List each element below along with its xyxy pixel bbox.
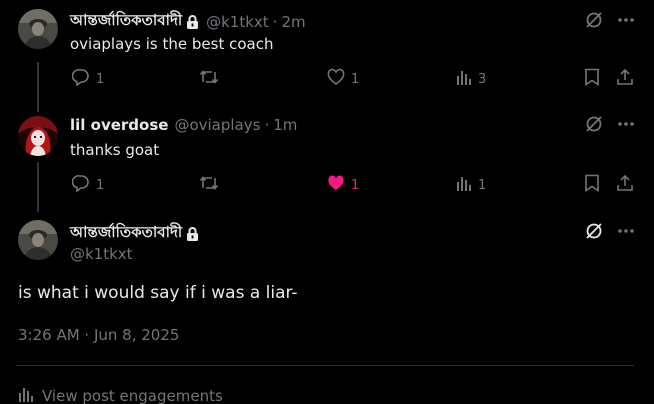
more-icon[interactable] xyxy=(614,219,638,243)
more-icon[interactable] xyxy=(614,112,638,136)
like-button[interactable]: 1 xyxy=(327,174,359,196)
grok-icon[interactable] xyxy=(582,112,606,136)
lock-icon xyxy=(185,226,200,242)
tweet-header: lil overdose @oviaplays · 1m xyxy=(70,116,297,134)
handle[interactable]: @oviaplays xyxy=(174,116,260,134)
bookmark-button[interactable] xyxy=(584,174,600,196)
main-tweet-text: is what i would say if i was a liar- xyxy=(18,283,298,303)
like-button[interactable]: 1 xyxy=(327,68,359,90)
display-name[interactable]: আন্তর্জাতিকতাবাদী xyxy=(70,221,182,246)
divider xyxy=(16,365,634,366)
like-icon xyxy=(327,174,345,196)
like-count: 1 xyxy=(351,71,360,87)
views-icon xyxy=(456,68,472,90)
handle[interactable]: @k1tkxt xyxy=(206,13,269,31)
reply-button[interactable]: 1 xyxy=(71,68,105,90)
like-count: 1 xyxy=(351,177,360,193)
display-name[interactable]: lil overdose xyxy=(70,116,168,134)
tweet-text: thanks goat xyxy=(70,141,160,159)
avatar[interactable] xyxy=(18,220,58,260)
share-button[interactable] xyxy=(616,68,634,90)
display-name[interactable]: আন্তর্জাতিকতাবাদী xyxy=(70,9,182,34)
view-engagements-label: View post engagements xyxy=(42,387,223,404)
avatar[interactable] xyxy=(18,116,58,156)
bookmark-icon xyxy=(584,174,600,196)
main-tweet-handle-row: @k1tkxt xyxy=(70,245,133,263)
reply-icon xyxy=(71,174,90,196)
views-button[interactable]: 3 xyxy=(456,68,486,90)
views-button[interactable]: 1 xyxy=(456,174,486,196)
avatar[interactable] xyxy=(18,9,58,49)
views-icon xyxy=(456,174,472,196)
reply-icon xyxy=(71,68,90,90)
retweet-button[interactable] xyxy=(199,68,219,90)
tweet-header: আন্তর্জাতিকতাবাদী @k1tkxt · 2m xyxy=(70,9,306,34)
timestamp[interactable]: 1m xyxy=(273,116,297,134)
conversation-thread: আন্তর্জাতিকতাবাদী @k1tkxt · 2m oviaplays… xyxy=(0,0,654,404)
thread-line xyxy=(37,162,39,212)
share-icon xyxy=(616,68,634,90)
retweet-button[interactable] xyxy=(199,174,219,196)
bookmark-button[interactable] xyxy=(584,68,600,90)
views-count: 3 xyxy=(478,71,487,87)
grok-icon[interactable] xyxy=(582,8,606,32)
reply-button[interactable]: 1 xyxy=(71,174,105,196)
timestamp[interactable]: 2m xyxy=(281,13,305,31)
share-icon xyxy=(616,174,634,196)
grok-icon[interactable] xyxy=(582,219,606,243)
retweet-icon xyxy=(199,68,219,90)
separator: · xyxy=(272,12,278,31)
views-count: 1 xyxy=(478,177,487,193)
like-icon xyxy=(327,68,345,90)
retweet-icon xyxy=(199,174,219,196)
views-icon xyxy=(18,385,34,404)
share-button[interactable] xyxy=(616,174,634,196)
reply-count: 1 xyxy=(96,177,105,193)
more-icon[interactable] xyxy=(614,8,638,32)
bookmark-icon xyxy=(584,68,600,90)
main-tweet-name-row: আন্তর্জাতিকতাবাদী xyxy=(70,221,200,246)
main-tweet-timestamp[interactable]: 3:26 AM · Jun 8, 2025 xyxy=(18,326,179,344)
thread-line xyxy=(37,62,39,112)
reply-count: 1 xyxy=(96,71,105,87)
handle[interactable]: @k1tkxt xyxy=(70,245,133,263)
tweet-text: oviaplays is the best coach xyxy=(70,35,274,53)
lock-icon xyxy=(185,14,200,30)
separator: · xyxy=(264,116,270,134)
view-engagements-link[interactable]: View post engagements xyxy=(18,385,223,404)
